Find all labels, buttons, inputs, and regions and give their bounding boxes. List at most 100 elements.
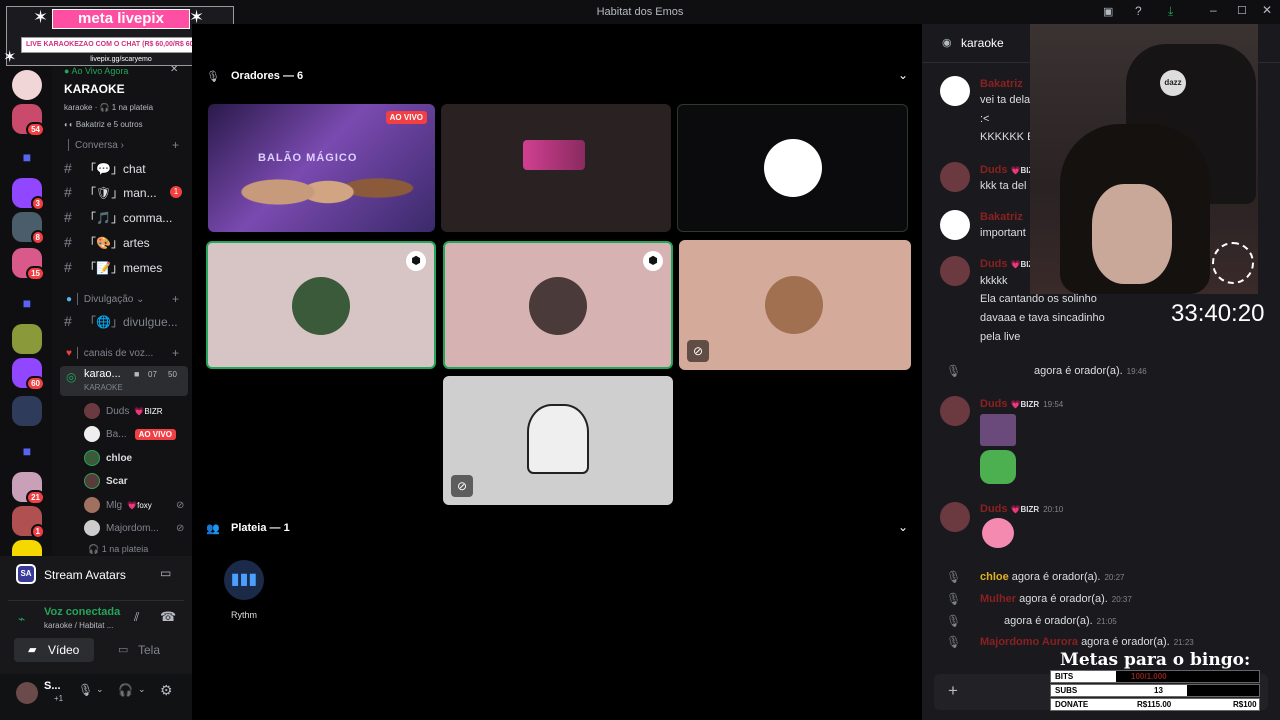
speaker-tile[interactable]	[441, 104, 671, 232]
server-icon[interactable]: 15	[12, 248, 45, 281]
inbox-icon[interactable]: ▣	[1103, 5, 1113, 18]
server-icon[interactable]: 8	[12, 212, 45, 245]
system-text: agora é orador(a).	[1081, 636, 1170, 648]
channel-divulgue[interactable]: # 「🌐」divulgue...	[64, 311, 178, 331]
audience-count: 1 na plateia	[111, 103, 154, 112]
live-status-text: Ao Vivo Agora	[71, 66, 129, 76]
goal-value: 100/1.000	[1131, 672, 1167, 681]
chevron-down-icon[interactable]: ⌄	[898, 68, 908, 82]
download-icon[interactable]: ⤓	[1168, 4, 1173, 19]
voice-user[interactable]: Mlg 💗foxy ⊘	[84, 495, 184, 515]
system-message: Majordomo Aurora agora é orador(a). 21:23	[980, 636, 1194, 648]
voice-user[interactable]: chloe	[84, 448, 132, 468]
disconnect-icon[interactable]: ☎	[160, 609, 176, 625]
speaker-tile[interactable]	[677, 104, 908, 232]
chat-bubble-icon: ◉	[942, 37, 952, 49]
activity-name: Stream Avatars	[44, 568, 126, 582]
hash-icon: #	[64, 259, 72, 275]
server-icon[interactable]: 21	[12, 472, 45, 505]
category-voz[interactable]: ♥ │ canais de voz...	[66, 348, 153, 359]
voice-count-b: 50	[168, 370, 177, 379]
channel-label: 「🛡」man...	[84, 185, 157, 200]
category-conversa[interactable]: │ Conversa ›	[66, 140, 124, 151]
role-tag-text: BIZR	[1020, 400, 1040, 409]
server-icon[interactable]	[12, 396, 42, 426]
video-button[interactable]: ▰ Vídeo	[14, 638, 94, 662]
user-panel: SA Stream Avatars ▭ ⌁ Voz conectada kara…	[0, 556, 192, 720]
add-channel-icon[interactable]: +	[172, 292, 179, 306]
voice-user[interactable]: Ba... AO VIVO	[84, 424, 176, 444]
mention-badge: 1	[170, 186, 182, 198]
add-channel-icon[interactable]: +	[172, 346, 179, 360]
audience-member[interactable]: ▮▮▮ Rythm	[222, 560, 266, 620]
voice-channel-name: karao...	[84, 368, 121, 380]
stage-mic-icon: 🎙	[946, 635, 962, 649]
folder-icon[interactable]: ■	[12, 288, 42, 318]
stream-avatars-activity[interactable]: SA Stream Avatars ▭	[8, 562, 184, 590]
chat-channel-name: karaoke	[961, 36, 1004, 50]
audience-header: Plateia — 1	[231, 522, 290, 534]
voice-count-a: 07	[148, 370, 157, 379]
minimize-icon[interactable]: –	[1210, 3, 1217, 17]
server-icon[interactable]: 1	[12, 506, 45, 539]
avatar[interactable]	[16, 682, 38, 704]
help-icon[interactable]: ?	[1135, 4, 1142, 18]
chevron-down-icon[interactable]: ⌄	[898, 520, 908, 534]
role-tag-text: BIZR	[144, 406, 163, 416]
timestamp: 20:37	[1111, 595, 1132, 604]
voice-channel-karaoke[interactable]: ◎ karao... KARAOKE ■ 07 50	[60, 366, 188, 396]
chat-line: pela live	[980, 331, 1021, 343]
video-off-icon: ▰	[28, 644, 37, 656]
badge: 3	[30, 196, 45, 211]
category-divulgacao[interactable]: ● │ Divulgação ⌄	[66, 294, 145, 305]
stream-video-tile[interactable]: BALÃO MÁGICO AO VIVO	[208, 104, 435, 232]
voice-user[interactable]: Duds 💗BIZR	[84, 401, 163, 421]
server-icon[interactable]	[12, 324, 42, 354]
server-icon[interactable]: 3	[12, 178, 45, 211]
speaker-tile[interactable]: ⊘	[679, 240, 911, 370]
channel-comma[interactable]: # 「🎵」comma...	[64, 207, 172, 227]
server-icon[interactable]: 54	[12, 104, 45, 137]
livepix-goal: LIVE KARAOKEZAO COM O CHAT (R$ 60,00/R$ …	[21, 37, 217, 53]
speaker-tile[interactable]: ⊘	[443, 376, 673, 505]
chevron-down-icon[interactable]: ⌄	[138, 684, 146, 695]
timestamp: 19:46	[1126, 367, 1147, 376]
voice-user[interactable]: Majordom... ⊘	[84, 518, 184, 538]
category-label: Conversa	[75, 140, 118, 151]
divider	[8, 600, 184, 601]
channel-label: 「📝」memes	[84, 260, 163, 275]
live-badge: AO VIVO	[385, 111, 427, 124]
folder-icon[interactable]: ■	[12, 142, 42, 172]
stage-icon: ◎	[66, 370, 77, 384]
chat-line: davaaa e tava sincadinho	[980, 312, 1105, 324]
chat-line: important	[980, 227, 1026, 239]
server-icon[interactable]	[12, 70, 42, 100]
close-icon[interactable]: ✕	[1262, 3, 1272, 17]
headphones-icon[interactable]: 🎧	[118, 683, 133, 697]
folder-icon[interactable]: ■	[12, 436, 42, 466]
server-icon[interactable]: 60	[12, 358, 45, 391]
badge: 54	[26, 122, 45, 137]
maximize-icon[interactable]: ☐	[1237, 4, 1247, 17]
chat-username: Duds	[980, 258, 1008, 270]
add-attachment-icon[interactable]: +	[948, 681, 958, 701]
voice-user[interactable]: Scar	[84, 471, 128, 491]
chevron-down-icon[interactable]: ⌄	[96, 684, 104, 695]
audience-footer-text: 1 na plateia	[101, 544, 149, 554]
channel-chat[interactable]: # 「💬」chat	[64, 158, 146, 178]
voice-status: Voz conectada	[44, 606, 121, 618]
channel-man[interactable]: # 「🛡」man... 1	[64, 182, 182, 202]
channel-label: 「💬」chat	[84, 161, 146, 176]
settings-gear-icon[interactable]: ⚙	[160, 682, 173, 699]
microphone-icon: 🎙	[206, 71, 220, 83]
chat-header: Duds 💗BIZR 20:10	[980, 503, 1063, 515]
noise-suppression-icon[interactable]: ⫽	[134, 610, 139, 625]
add-channel-icon[interactable]: +	[172, 138, 179, 152]
channel-artes[interactable]: # 「🎨」artes	[64, 232, 150, 252]
screen-button[interactable]: ▭ Tela	[104, 638, 178, 662]
channel-memes[interactable]: # 「📝」memes	[64, 257, 162, 277]
mic-icon[interactable]: 🎙	[78, 683, 93, 697]
speaker-tile[interactable]: ⬢	[206, 241, 436, 369]
speaker-tile[interactable]: ⬢	[443, 241, 673, 369]
screen-share-icon[interactable]: ▭	[160, 566, 171, 580]
